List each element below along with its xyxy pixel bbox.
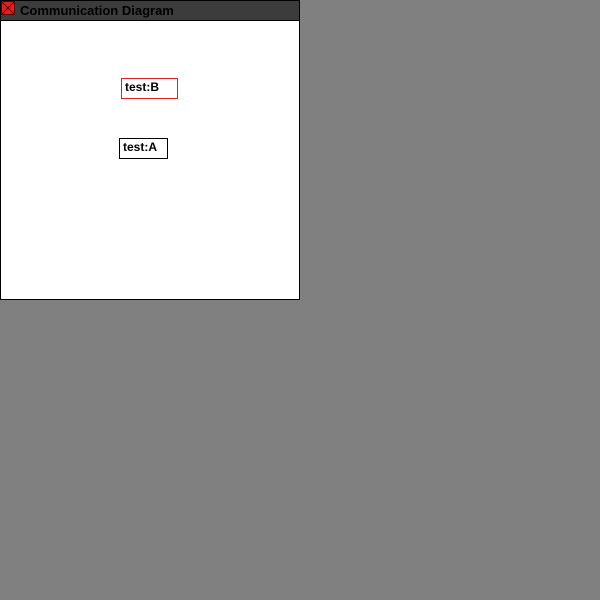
window-titlebar[interactable]: Communication Diagram [1, 1, 299, 21]
diagram-canvas[interactable]: test:B test:A [1, 21, 299, 299]
window-title: Communication Diagram [20, 3, 174, 18]
close-icon [2, 2, 14, 14]
communication-diagram-window: Communication Diagram test:B test:A [0, 0, 300, 300]
close-button[interactable] [1, 1, 15, 15]
object-node-test-b[interactable]: test:B [121, 78, 178, 99]
object-node-test-a[interactable]: test:A [119, 138, 168, 159]
